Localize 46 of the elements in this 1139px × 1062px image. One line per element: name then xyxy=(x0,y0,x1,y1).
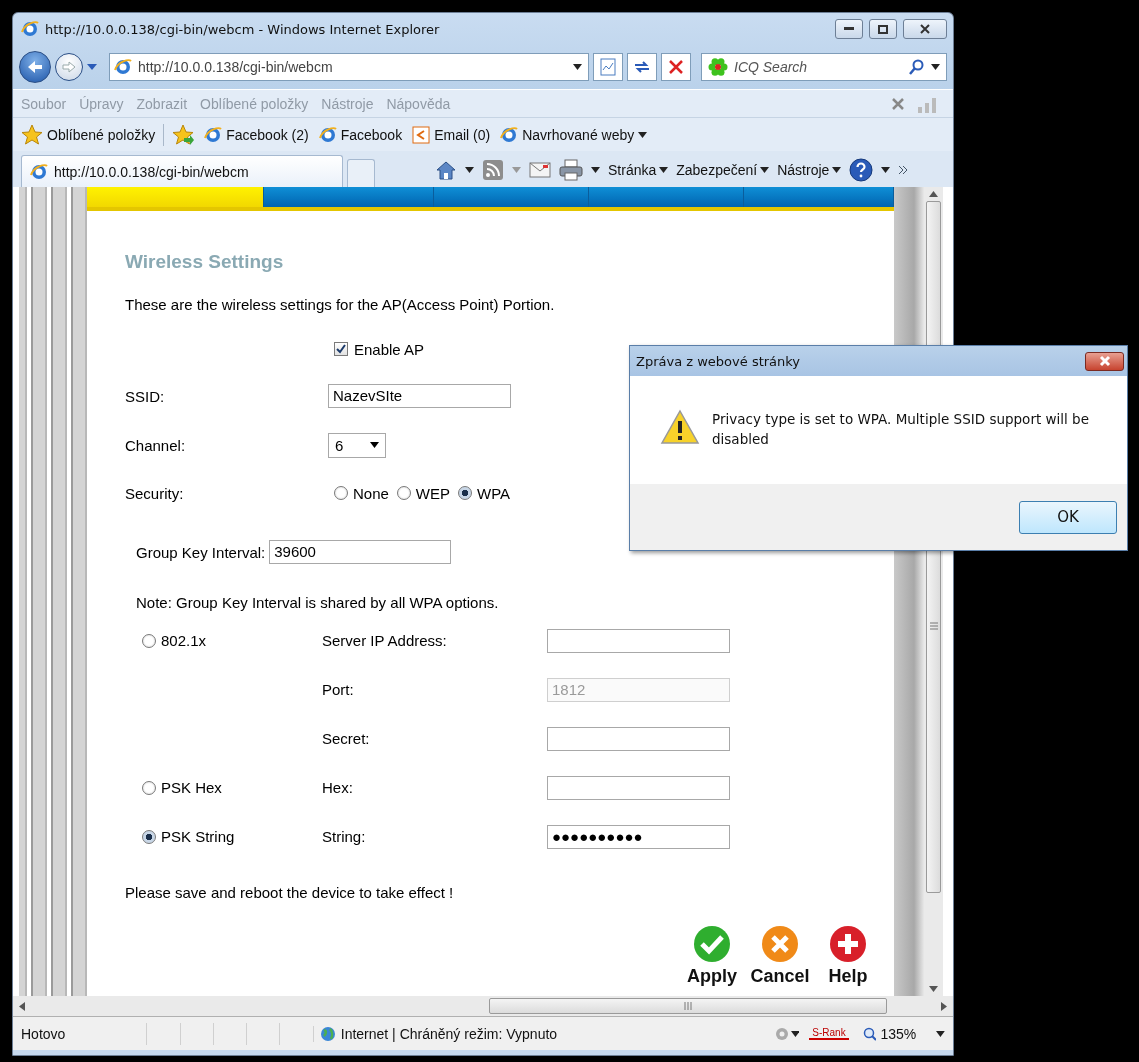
field-label: Channel: xyxy=(125,436,187,454)
action-label[interactable]: Apply xyxy=(687,966,737,987)
checkbox-label: Enable AP xyxy=(354,340,425,358)
footer-text: Please save and reboot the device to take effect ! xyxy=(125,883,454,901)
field-label: String: xyxy=(322,828,367,845)
address-field[interactable]: http://10.0.0.138/cgi-bin/webcm xyxy=(109,53,589,81)
favorite-link[interactable]: Facebook xyxy=(316,123,405,146)
addon-badge[interactable]: S-Rank xyxy=(809,1027,849,1040)
search-field[interactable]: ICQ Search xyxy=(701,53,947,81)
window-title: http://10.0.0.138/cgi-bin/webcm - Windows Internet Explorer xyxy=(45,21,441,37)
favorite-link[interactable]: Email (0) xyxy=(410,123,493,146)
dialog-title: Zpráva z webové stránky xyxy=(636,353,801,369)
ok-button[interactable]: OK xyxy=(1019,500,1117,534)
field-label: Secret: xyxy=(322,730,371,747)
field-label: Server IP Address: xyxy=(322,632,448,649)
field-label: Hex: xyxy=(322,779,354,796)
status-text: Hotovo xyxy=(21,1025,67,1042)
action-label[interactable]: Cancel xyxy=(750,966,810,987)
zone-text: Internet | Chráněný režim: Vypnuto xyxy=(340,1025,558,1042)
ssid-field[interactable]: NazevSIte xyxy=(328,384,511,408)
page-title: Wireless Settings xyxy=(125,251,284,273)
radio-label: None xyxy=(353,484,389,502)
note-text: Note: Group Key Interval is shared by all WPA options. xyxy=(136,593,499,611)
favorite-link[interactable]: Oblíbené položky xyxy=(19,121,158,148)
field-label: Security: xyxy=(125,484,185,502)
radio-label: PSK String xyxy=(161,828,235,845)
radio-label: WEP xyxy=(415,484,451,502)
favorite-link[interactable]: Navrhované weby xyxy=(498,123,650,146)
radio-label: 802.1x xyxy=(161,632,207,649)
dialog-message: Privacy type is set to WPA. Multiple SSID support will be disabled xyxy=(712,410,1090,449)
text-field[interactable]: ●●●●●●●●●● xyxy=(547,824,730,849)
menu-button[interactable]: Zabezpečení xyxy=(676,162,770,178)
group-key-field[interactable]: 39600 xyxy=(269,540,452,564)
field-label: Port: xyxy=(322,681,355,698)
menu-button[interactable]: Nástroje xyxy=(777,162,842,178)
channel-select[interactable]: 6 xyxy=(328,432,386,458)
radio-label: WPA xyxy=(477,484,511,502)
action-label[interactable]: Help xyxy=(828,966,868,987)
radio-label: PSK Hex xyxy=(161,779,222,796)
favorite-link[interactable]: Facebook (2) xyxy=(202,123,311,146)
zoom-level[interactable]: 135% xyxy=(880,1025,917,1042)
field-label: Group Key Interval: xyxy=(136,543,266,561)
intro-text: These are the wireless settings for the AP(Access Point) Portion. xyxy=(125,295,555,313)
menu-button[interactable]: Stránka xyxy=(608,162,669,178)
field-label: SSID: xyxy=(125,387,166,405)
browser-tab[interactable]: http://10.0.0.138/cgi-bin/webcm xyxy=(21,155,343,187)
